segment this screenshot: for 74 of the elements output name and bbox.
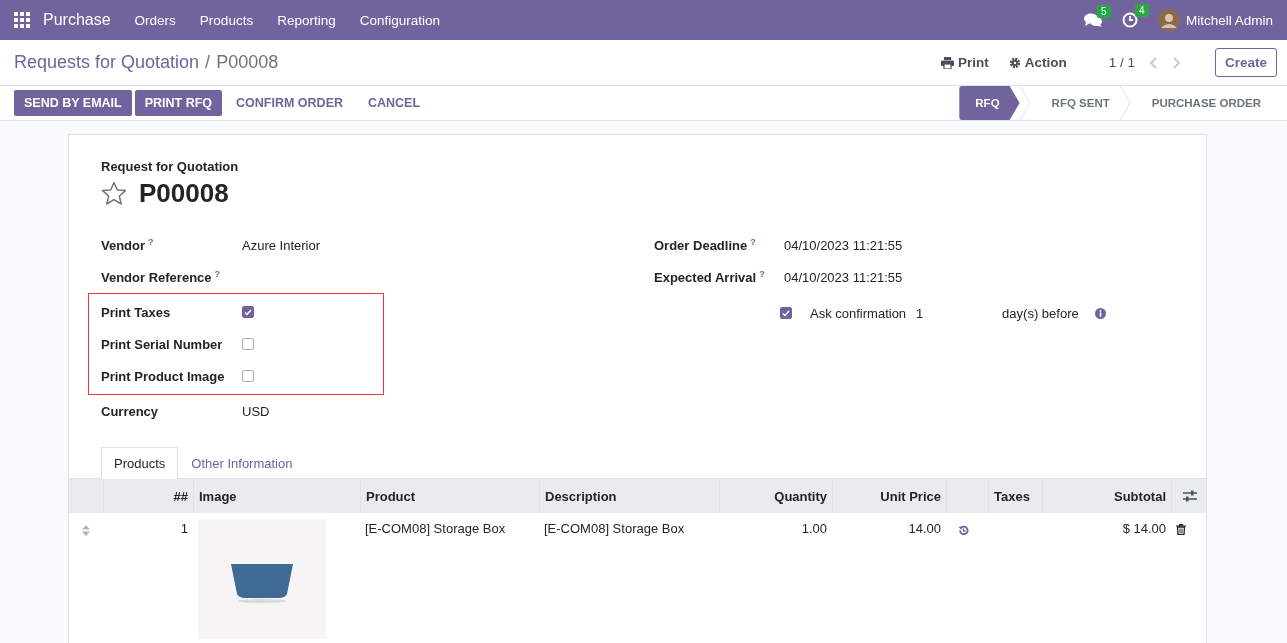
form-subtitle: Request for Quotation	[101, 159, 240, 174]
drag-handle-icon[interactable]	[82, 525, 90, 536]
user-name[interactable]: Mitchell Admin	[1185, 12, 1273, 28]
checkbox[interactable]	[242, 370, 254, 382]
message-count-badge: 5	[1096, 5, 1111, 18]
field-value[interactable]: Azure Interior	[242, 237, 321, 253]
field-label: Expected Arrival	[654, 270, 757, 286]
field-label: day(s) before	[1002, 305, 1079, 321]
column-header[interactable]: Subtotal	[1042, 479, 1171, 513]
checkbox[interactable]	[242, 338, 254, 350]
column-header[interactable]: Image	[193, 479, 360, 513]
menu-item[interactable]: Products	[187, 12, 266, 28]
table-cell-text: [E-COM08] Storage Box	[364, 520, 507, 538]
field-label: Ask confirmation	[810, 305, 907, 321]
menu-item[interactable]: Reporting	[265, 12, 348, 28]
checkbox[interactable]	[780, 307, 792, 319]
column-header[interactable]: Quantity	[719, 479, 832, 513]
clock-icon[interactable]	[1121, 12, 1138, 28]
column-settings-icon[interactable]	[1183, 490, 1197, 502]
action-button[interactable]: Action	[1000, 55, 1075, 70]
history-icon[interactable]	[958, 525, 969, 536]
help-tooltip-mark[interactable]: ?	[148, 236, 154, 247]
help-tooltip-mark[interactable]: ?	[759, 268, 765, 279]
chat-icon[interactable]	[1083, 13, 1102, 27]
field-value[interactable]: 04/10/2023 11:21:55	[784, 269, 903, 285]
field-label: Vendor Reference	[101, 270, 212, 286]
trash-icon[interactable]	[1176, 524, 1186, 535]
action-link[interactable]: CANCEL	[357, 90, 432, 116]
apps-menu-icon[interactable]	[14, 12, 30, 28]
field-value[interactable]: 04/10/2023 11:21:55	[784, 237, 903, 253]
field-label: Vendor	[101, 238, 146, 254]
column-header[interactable]: Unit Price	[832, 479, 946, 513]
tab[interactable]: Other Information	[178, 447, 306, 479]
record-title: P00008	[139, 178, 229, 209]
help-tooltip-mark[interactable]: ?	[750, 236, 756, 247]
column-header[interactable]: Description	[539, 479, 719, 513]
action-button[interactable]: SEND BY EMAIL	[14, 90, 132, 116]
field-label: Currency	[101, 403, 159, 419]
table-cell-text: 1.00	[800, 520, 828, 538]
days-field[interactable]: 1	[916, 305, 1003, 321]
field-value[interactable]: USD	[242, 403, 270, 419]
avatar-icon[interactable]	[1157, 9, 1180, 31]
table-cell-text: $ 14.00	[1121, 520, 1167, 538]
menu-item[interactable]: Orders	[122, 12, 188, 28]
breadcrumb-link[interactable]: Requests for Quotation	[14, 52, 200, 73]
column-header[interactable]: Taxes	[988, 479, 1042, 513]
printer-icon	[940, 56, 954, 69]
field-label: Print Product Image	[101, 368, 225, 384]
field-label: Order Deadline	[654, 238, 748, 254]
column-header[interactable]: Product	[360, 479, 539, 513]
action-link[interactable]: CONFIRM ORDER	[225, 90, 354, 116]
checkbox[interactable]	[242, 306, 254, 318]
breadcrumb-separator: /	[205, 52, 211, 73]
create-button[interactable]: Create	[1214, 48, 1277, 77]
star-icon[interactable]	[101, 181, 127, 206]
table-cell-text: 14.00	[907, 520, 942, 538]
help-tooltip-mark[interactable]: ?	[214, 268, 221, 279]
product-photo-placeholder[interactable]	[198, 519, 326, 639]
tab[interactable]: Products	[101, 447, 179, 479]
column-header[interactable]: ##	[103, 479, 193, 513]
app-name[interactable]: Purchase	[43, 11, 111, 29]
print-button[interactable]: Print	[932, 55, 997, 70]
info-icon[interactable]	[1094, 307, 1106, 319]
action-button[interactable]: PRINT RFQ	[134, 90, 223, 116]
table-cell-text: 1	[179, 520, 189, 538]
menu-item[interactable]: Configuration	[347, 12, 452, 28]
pager-value: 1 / 1	[1108, 55, 1135, 70]
status-step[interactable]: RFQ	[959, 86, 1020, 120]
gear-icon	[1008, 56, 1021, 69]
activity-count-badge: 4	[1134, 4, 1149, 17]
field-label: Print Serial Number	[101, 336, 223, 352]
table-cell-text: [E-COM08] Storage Box	[543, 520, 686, 538]
field-label: Print Taxes	[101, 304, 171, 320]
breadcrumb-current: P00008	[216, 52, 279, 73]
